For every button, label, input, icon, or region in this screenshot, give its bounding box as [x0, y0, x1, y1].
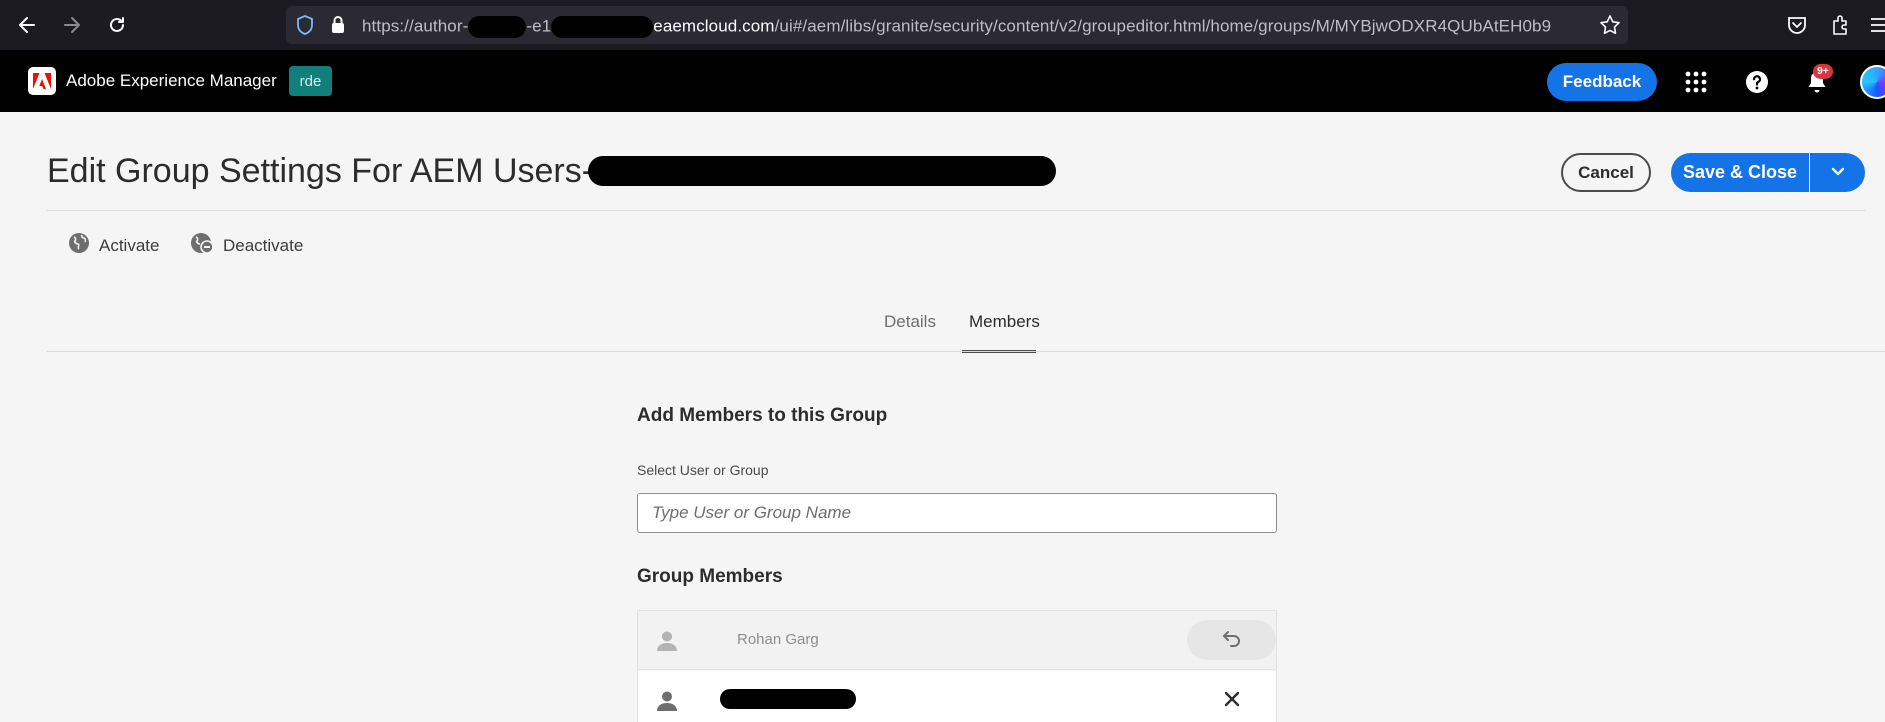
adobe-logo-icon[interactable] — [28, 67, 56, 95]
user-icon — [656, 630, 678, 652]
select-user-label: Select User or Group — [637, 462, 769, 478]
forward-button[interactable] — [57, 10, 87, 40]
user-icon — [656, 690, 678, 712]
tab-details[interactable]: Details — [884, 312, 936, 332]
member-name: Rohan Garg — [737, 631, 819, 648]
menu-icon[interactable] — [1870, 15, 1885, 40]
title-redaction — [588, 156, 1056, 186]
feedback-button[interactable]: Feedback — [1547, 63, 1657, 101]
save-options-dropdown[interactable] — [1810, 153, 1865, 192]
member-name-redaction — [720, 689, 856, 709]
user-group-search-input[interactable] — [637, 493, 1277, 533]
browser-toolbar: https://author- -e1 eaemcloud.com/ui#/aem/… — [0, 0, 1885, 50]
remove-member-button[interactable] — [1218, 687, 1246, 715]
activate-action[interactable]: Activate — [68, 232, 159, 259]
deactivate-action[interactable]: Deactivate — [190, 232, 303, 259]
member-row-removed: Rohan Garg — [638, 611, 1276, 670]
chevron-down-icon — [1831, 164, 1845, 182]
back-button[interactable] — [12, 10, 42, 40]
cancel-button[interactable]: Cancel — [1561, 153, 1651, 192]
save-close-button[interactable]: Save & Close — [1671, 153, 1809, 192]
environment-badge: rde — [289, 66, 332, 96]
lock-icon[interactable] — [330, 15, 346, 40]
tracking-shield-icon[interactable] — [296, 15, 314, 40]
members-table: Rohan Garg — [637, 610, 1277, 722]
address-bar[interactable]: https://author- -e1 eaemcloud.com/ui#/aem/… — [286, 6, 1628, 44]
page-title: Edit Group Settings For AEM Users-ab37 — [47, 152, 669, 190]
activate-label: Activate — [99, 235, 160, 255]
undo-remove-button[interactable] — [1187, 620, 1276, 660]
app-name[interactable]: Adobe Experience Manager — [66, 71, 277, 91]
deactivate-label: Deactivate — [223, 235, 304, 255]
globe-remove-icon — [190, 232, 214, 259]
bookmark-star-icon[interactable] — [1599, 14, 1621, 41]
apps-grid-icon[interactable] — [1682, 68, 1710, 96]
tabs-divider — [47, 351, 1885, 352]
help-icon[interactable] — [1743, 68, 1771, 96]
notification-count-badge: 9+ — [1813, 64, 1833, 79]
group-members-heading: Group Members — [637, 566, 783, 587]
close-icon — [1224, 691, 1240, 712]
member-row — [638, 671, 1276, 722]
add-members-heading: Add Members to this Group — [637, 405, 888, 426]
extensions-icon[interactable] — [1830, 13, 1852, 42]
pocket-icon[interactable] — [1786, 14, 1808, 41]
header-divider — [47, 210, 1865, 211]
undo-icon — [1222, 629, 1242, 652]
url-text: https://author- -e1 eaemcloud.com/ui#/aem/… — [362, 16, 1551, 38]
aem-header: Adobe Experience Manager rde Feedback — [0, 50, 1885, 112]
tab-members[interactable]: Members — [969, 312, 1040, 332]
globe-icon — [68, 232, 90, 259]
reload-button[interactable] — [102, 10, 132, 40]
